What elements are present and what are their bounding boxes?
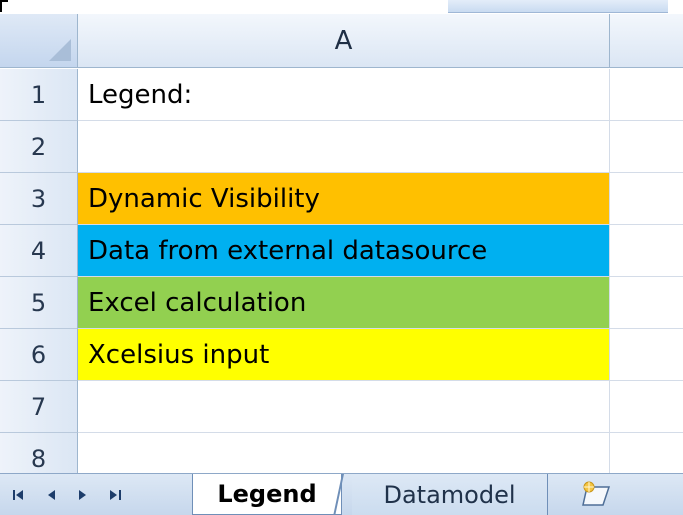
worksheet-grid[interactable]: A 1 Legend: 2 3 Dynamic Visibility 4 Data from… bbox=[0, 14, 683, 473]
ribbon-bottom-edge bbox=[448, 0, 668, 13]
table-row: 5 Excel calculation bbox=[0, 277, 683, 329]
tab-legend-label: Legend bbox=[217, 480, 317, 508]
cell-a5[interactable]: Excel calculation bbox=[78, 277, 610, 329]
column-header-b[interactable] bbox=[610, 14, 683, 68]
column-header-row: A bbox=[0, 14, 683, 69]
cell-a4[interactable]: Data from external datasource bbox=[78, 225, 610, 277]
row-header[interactable]: 7 bbox=[0, 381, 78, 433]
cell-b8[interactable] bbox=[610, 433, 683, 473]
cell-b6[interactable] bbox=[610, 329, 683, 381]
cursor-mark bbox=[0, 0, 8, 12]
column-header-a[interactable]: A bbox=[78, 14, 610, 68]
row-header[interactable]: 8 bbox=[0, 433, 78, 473]
cell-a2[interactable] bbox=[78, 121, 610, 173]
cell-a7[interactable] bbox=[78, 381, 610, 433]
cell-b1[interactable] bbox=[610, 69, 683, 121]
table-row: 1 Legend: bbox=[0, 69, 683, 121]
table-row: 7 bbox=[0, 381, 683, 433]
cell-a3[interactable]: Dynamic Visibility bbox=[78, 173, 610, 225]
row-header[interactable]: 3 bbox=[0, 173, 78, 225]
row-header[interactable]: 2 bbox=[0, 121, 78, 173]
cell-a6[interactable]: Xcelsius input bbox=[78, 329, 610, 381]
tab-datamodel[interactable]: Datamodel bbox=[352, 474, 548, 515]
cell-b4[interactable] bbox=[610, 225, 683, 277]
cell-a8[interactable] bbox=[78, 433, 610, 473]
table-row: 4 Data from external datasource bbox=[0, 225, 683, 277]
table-row: 2 bbox=[0, 121, 683, 173]
cell-b7[interactable] bbox=[610, 381, 683, 433]
cell-b5[interactable] bbox=[610, 277, 683, 329]
select-all-button[interactable] bbox=[0, 14, 78, 68]
select-all-triangle-icon bbox=[49, 39, 71, 61]
insert-worksheet-icon[interactable] bbox=[570, 478, 626, 512]
table-row: 8 bbox=[0, 433, 683, 473]
next-sheet-icon[interactable] bbox=[70, 482, 96, 508]
cell-b2[interactable] bbox=[610, 121, 683, 173]
cell-b3[interactable] bbox=[610, 173, 683, 225]
prev-sheet-icon[interactable] bbox=[38, 482, 64, 508]
row-header[interactable]: 6 bbox=[0, 329, 78, 381]
table-row: 6 Xcelsius input bbox=[0, 329, 683, 381]
row-header[interactable]: 1 bbox=[0, 69, 78, 121]
row-header[interactable]: 4 bbox=[0, 225, 78, 277]
tab-legend[interactable]: Legend bbox=[192, 474, 342, 515]
first-sheet-icon[interactable] bbox=[6, 482, 32, 508]
last-sheet-icon[interactable] bbox=[102, 482, 128, 508]
cell-a1[interactable]: Legend: bbox=[78, 69, 610, 121]
sheet-tab-bar: Legend Datamodel bbox=[0, 473, 683, 515]
row-header[interactable]: 5 bbox=[0, 277, 78, 329]
ribbon-edge-strip bbox=[0, 0, 683, 14]
tab-datamodel-label: Datamodel bbox=[383, 480, 516, 509]
table-row: 3 Dynamic Visibility bbox=[0, 173, 683, 225]
